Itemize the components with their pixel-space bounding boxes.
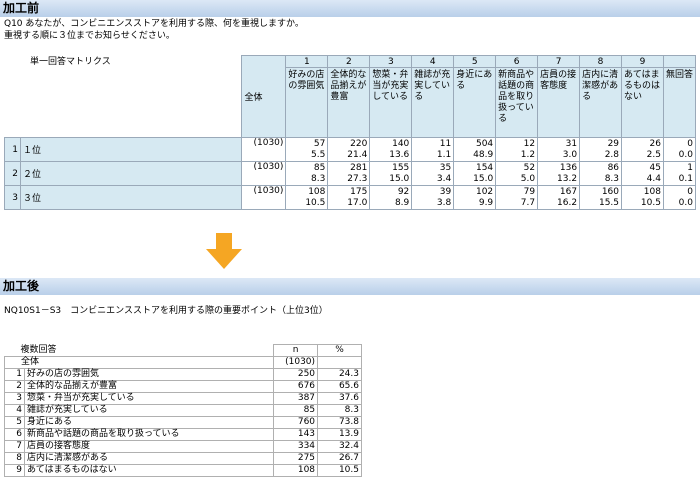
table-row: 8 店内に清潔感がある 275 26.7 xyxy=(4,452,362,465)
col-label: 店員の接客態度 xyxy=(537,67,581,138)
cell: 136 13.2 xyxy=(537,161,581,186)
cell: 26 2.5 xyxy=(621,137,664,162)
cell: 57 5.5 xyxy=(285,137,329,162)
table-row: 3 惣菜・弁当が充実している 387 37.6 xyxy=(4,392,362,405)
cell: 108 10.5 xyxy=(285,185,329,210)
col-num: 2 xyxy=(327,55,371,68)
col-pct-header: % xyxy=(317,344,362,357)
after-total-row: 全体 (1030) xyxy=(3,356,362,369)
multi-answer-label: 複数回答 xyxy=(4,344,275,357)
col-label: 全体的な品揃えが豊富 xyxy=(327,67,371,138)
before-matrix-table: 全体 1 2 3 4 5 6 7 8 9 好みの店の雰囲気 全体的な品揃えが豊富… xyxy=(4,55,697,210)
row-index: 1 xyxy=(4,137,21,162)
cell: 79 7.7 xyxy=(495,185,539,210)
row-label: ２位 xyxy=(19,161,243,186)
cell: 175 17.0 xyxy=(327,185,371,210)
col-num: 3 xyxy=(369,55,413,68)
cell: 29 2.8 xyxy=(579,137,623,162)
row-index: 3 xyxy=(4,185,21,210)
cell: 102 9.9 xyxy=(453,185,497,210)
section-header-after: 加工後 xyxy=(0,278,700,295)
col-label: 身近にある xyxy=(453,67,497,138)
after-total-label: 全体 xyxy=(3,356,275,369)
col-label: 店内に清潔感がある xyxy=(579,67,623,138)
cell: 140 13.6 xyxy=(369,137,413,162)
row-total: (1030) xyxy=(241,185,287,210)
matrix-row: 2 ２位 (1030) 85 8.3 281 27.3 155 15.0 35 3.4 … xyxy=(4,161,697,186)
table-row: 5 身近にある 760 73.8 xyxy=(4,416,362,429)
after-header-row: 複数回答 n % xyxy=(4,344,362,357)
question-line-2: 重視する順に３位までお知らせください。 xyxy=(4,31,175,41)
col-label: あてはまるものはない xyxy=(621,67,664,138)
row-label: ３位 xyxy=(19,185,243,210)
cell: 31 3.0 xyxy=(537,137,581,162)
table-row: 2 全体的な品揃えが豊富 676 65.6 xyxy=(4,380,362,393)
cell: 86 8.3 xyxy=(579,161,623,186)
table-row: 7 店員の接客態度 334 32.4 xyxy=(4,440,362,453)
cell: 160 15.5 xyxy=(579,185,623,210)
cell: 220 21.4 xyxy=(327,137,371,162)
cell: 12 1.2 xyxy=(495,137,539,162)
section-header-before: 加工前 xyxy=(0,0,700,17)
cell: 108 10.5 xyxy=(621,185,664,210)
row-total: (1030) xyxy=(241,137,287,162)
total-header: 全体 xyxy=(241,55,287,138)
col-num: 7 xyxy=(537,55,581,68)
col-label: 惣菜・弁当が充実している xyxy=(369,67,413,138)
header-number-row: 全体 1 2 3 4 5 6 7 8 9 xyxy=(5,55,697,138)
table-row: 4 雑誌が充実している 85 8.3 xyxy=(4,404,362,417)
after-total-n: (1030) xyxy=(273,356,319,369)
col-label: 雑誌が充実している xyxy=(411,67,455,138)
cell: 85 8.3 xyxy=(285,161,329,186)
matrix-row: 3 ３位 (1030) 108 10.5 175 17.0 92 8.9 39 3.8 … xyxy=(4,185,697,210)
col-num xyxy=(662,55,697,68)
table-row: 6 新商品や話題の商品を取り扱っている 143 13.9 xyxy=(4,428,362,441)
cell: 0 0.0 xyxy=(662,185,697,210)
col-num: 4 xyxy=(411,55,455,68)
col-label: 無回答 xyxy=(662,67,697,138)
table-row: 9 あてはまるものはない 108 10.5 xyxy=(4,464,362,477)
cell: 154 15.0 xyxy=(453,161,497,186)
row-total: (1030) xyxy=(241,161,287,186)
row-label: １位 xyxy=(19,137,243,162)
col-num: 9 xyxy=(621,55,664,68)
after-title: NQ10S1－S3 コンビニエンスストアを利用する際の重要ポイント（上位3位） xyxy=(4,306,328,316)
cell: 39 3.8 xyxy=(411,185,455,210)
col-num: 1 xyxy=(285,55,329,68)
cell: 92 8.9 xyxy=(369,185,413,210)
row-index: 2 xyxy=(4,161,21,186)
cell: 155 15.0 xyxy=(369,161,413,186)
col-n-header: n xyxy=(273,344,319,357)
cell: 1 0.1 xyxy=(662,161,697,186)
col-num: 8 xyxy=(579,55,623,68)
after-table: 複数回答 n % 全体 (1030) 1 好みの店の雰囲気 250 24.3 2 全体的… xyxy=(3,344,362,477)
cell: 35 3.4 xyxy=(411,161,455,186)
cell: 11 1.1 xyxy=(411,137,455,162)
col-num: 6 xyxy=(495,55,539,68)
cell: 504 48.9 xyxy=(453,137,497,162)
cell: 45 4.4 xyxy=(621,161,664,186)
col-num: 5 xyxy=(453,55,497,68)
cell: 281 27.3 xyxy=(327,161,371,186)
matrix-row: 1 １位 (1030) 57 5.5 220 21.4 140 13.6 11 1.1 … xyxy=(4,137,697,162)
col-label: 好みの店の雰囲気 xyxy=(285,67,329,138)
cell: 52 5.0 xyxy=(495,161,539,186)
down-arrow-icon xyxy=(206,233,242,269)
cell: 0 0.0 xyxy=(662,137,697,162)
table-row: 1 好みの店の雰囲気 250 24.3 xyxy=(4,368,362,381)
col-label: 新商品や話題の商品を取り扱っている xyxy=(495,67,539,138)
question-line-1: Q10 あなたが、コンビニエンスストアを利用する際、何を重視しますか。 xyxy=(4,19,304,29)
cell: 167 16.2 xyxy=(537,185,581,210)
